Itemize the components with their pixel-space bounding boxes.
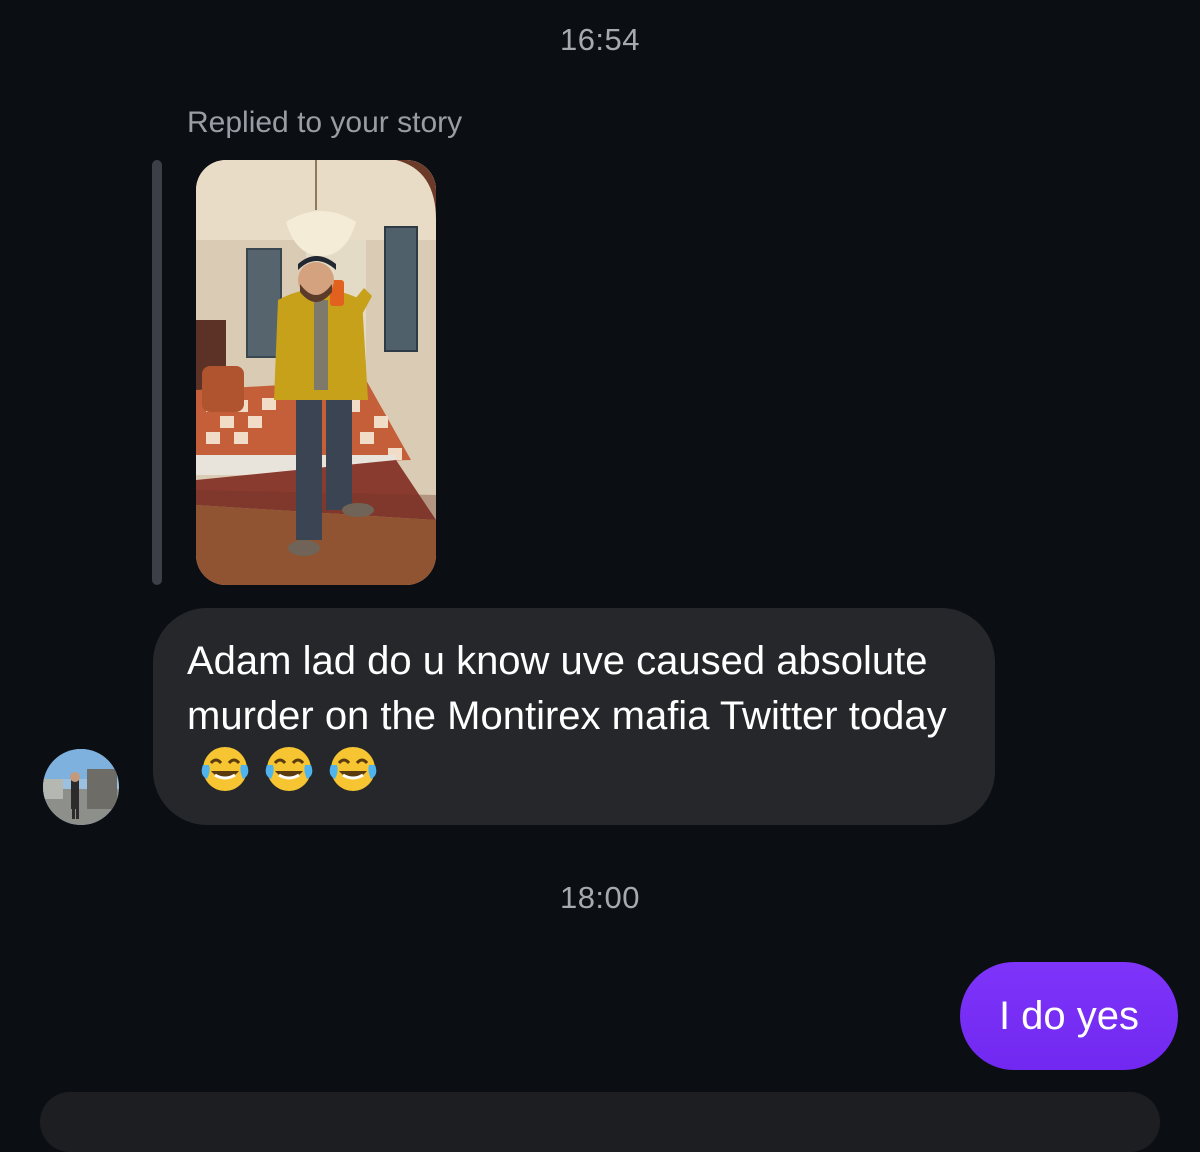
story-reply-label: Replied to your story: [187, 106, 463, 139]
timestamp: 16:54: [559, 22, 641, 57]
face-with-tears-of-joy-icon: [261, 741, 317, 797]
story-thumbnail[interactable]: [196, 160, 436, 585]
emoji-group: [197, 741, 381, 797]
avatar[interactable]: [43, 749, 119, 825]
reply-indicator-bar: [152, 160, 162, 585]
incoming-message-bubble[interactable]: Adam lad do u know uve caused absolute m…: [153, 608, 995, 825]
outgoing-message-bubble[interactable]: I do yes: [960, 962, 1178, 1070]
face-with-tears-of-joy-icon: [197, 741, 253, 797]
avatar-photo: [43, 749, 119, 825]
message-composer[interactable]: [40, 1092, 1160, 1152]
story-photo: [196, 160, 436, 585]
timestamp: 18:00: [559, 880, 641, 915]
face-with-tears-of-joy-icon: [325, 741, 381, 797]
outgoing-message-text: I do yes: [998, 993, 1140, 1038]
incoming-message-text: Adam lad do u know uve caused absolute m…: [187, 639, 947, 738]
